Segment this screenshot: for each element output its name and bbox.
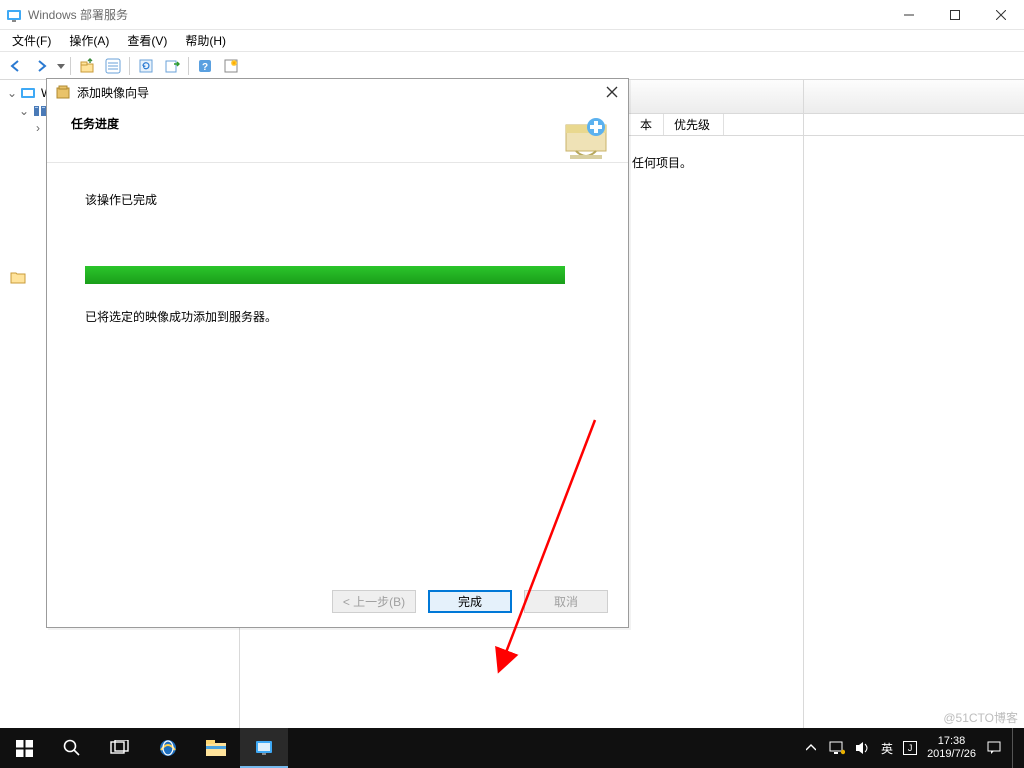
tray-clock[interactable]: 17:38 2019/7/26	[927, 735, 976, 761]
menu-view[interactable]: 查看(V)	[119, 30, 175, 51]
forward-history-drop[interactable]	[56, 55, 66, 77]
clock-date: 2019/7/26	[927, 748, 976, 761]
wds-root-icon	[20, 85, 36, 101]
tray-ime-box[interactable]: J	[903, 741, 917, 755]
wizard-close-button[interactable]	[598, 81, 626, 103]
progress-bar	[85, 266, 565, 284]
help-button[interactable]: ?	[193, 55, 217, 77]
tray-ime[interactable]: 英	[881, 740, 893, 757]
start-button[interactable]	[0, 728, 48, 768]
wizard-body: 该操作已完成 已将选定的映像成功添加到服务器。	[47, 163, 628, 325]
window-controls	[886, 0, 1024, 30]
watermark: @51CTO博客	[943, 709, 1018, 726]
export-button[interactable]	[160, 55, 184, 77]
add-image-wizard: 添加映像向导 任务进度 该操作已完成 已将选定的映像成功添加到服务器。 < 上一…	[46, 78, 629, 628]
app-icon	[6, 7, 22, 23]
finish-button[interactable]: 完成	[428, 590, 512, 613]
menu-help[interactable]: 帮助(H)	[177, 30, 234, 51]
wizard-header: 任务进度	[47, 105, 628, 163]
window-title: Windows 部署服务	[28, 6, 128, 23]
wizard-message: 已将选定的映像成功添加到服务器。	[85, 308, 590, 325]
cancel-button: 取消	[524, 590, 608, 613]
search-button[interactable]	[48, 728, 96, 768]
menu-file[interactable]: 文件(F)	[4, 30, 59, 51]
folder-icon	[10, 270, 26, 284]
wizard-button-row: < 上一步(B) 完成 取消	[47, 590, 628, 613]
action-pane-separator	[803, 80, 804, 728]
tray-notifications-icon[interactable]	[986, 740, 1002, 756]
wizard-status: 该操作已完成	[85, 191, 590, 208]
chevron-right-icon[interactable]: ›	[32, 121, 44, 135]
clock-time: 17:38	[927, 735, 976, 748]
forward-button[interactable]	[30, 55, 54, 77]
properties-button[interactable]	[101, 55, 125, 77]
tray-network-icon[interactable]	[829, 740, 845, 756]
toolbar-separator	[129, 57, 130, 75]
wizard-title: 添加映像向导	[77, 84, 149, 101]
maximize-button[interactable]	[932, 0, 978, 30]
system-tray: 英 J 17:38 2019/7/26	[803, 728, 1024, 768]
wizard-header-icon	[560, 115, 610, 163]
up-button[interactable]	[75, 55, 99, 77]
tray-volume-icon[interactable]	[855, 740, 871, 756]
chevron-down-icon[interactable]: ⌄	[6, 86, 18, 100]
task-view-button[interactable]	[96, 728, 144, 768]
taskbar-ie[interactable]	[144, 728, 192, 768]
col-priority[interactable]: 优先级	[664, 114, 724, 135]
titlebar: Windows 部署服务	[0, 0, 1024, 30]
wizard-header-title: 任务进度	[71, 115, 119, 132]
taskbar-explorer[interactable]	[192, 728, 240, 768]
col-version[interactable]: 本	[630, 114, 664, 135]
toolbar-separator	[188, 57, 189, 75]
wizard-titlebar: 添加映像向导	[47, 79, 628, 105]
taskbar: 英 J 17:38 2019/7/26	[0, 728, 1024, 768]
menubar: 文件(F) 操作(A) 查看(V) 帮助(H)	[0, 30, 1024, 52]
taskbar-wds[interactable]	[240, 728, 288, 768]
show-desktop-button[interactable]	[1012, 728, 1018, 768]
wizard-icon	[55, 84, 71, 100]
back-button: < 上一步(B)	[332, 590, 416, 613]
menu-action[interactable]: 操作(A)	[61, 30, 117, 51]
svg-text:?: ?	[202, 62, 208, 73]
refresh-button[interactable]	[134, 55, 158, 77]
toolbar-separator	[70, 57, 71, 75]
new-item-button[interactable]	[219, 55, 243, 77]
back-button[interactable]	[4, 55, 28, 77]
chevron-down-icon[interactable]: ⌄	[18, 104, 30, 118]
close-button[interactable]	[978, 0, 1024, 30]
tray-chevron-up-icon[interactable]	[803, 740, 819, 756]
toolbar: ?	[0, 52, 1024, 80]
minimize-button[interactable]	[886, 0, 932, 30]
